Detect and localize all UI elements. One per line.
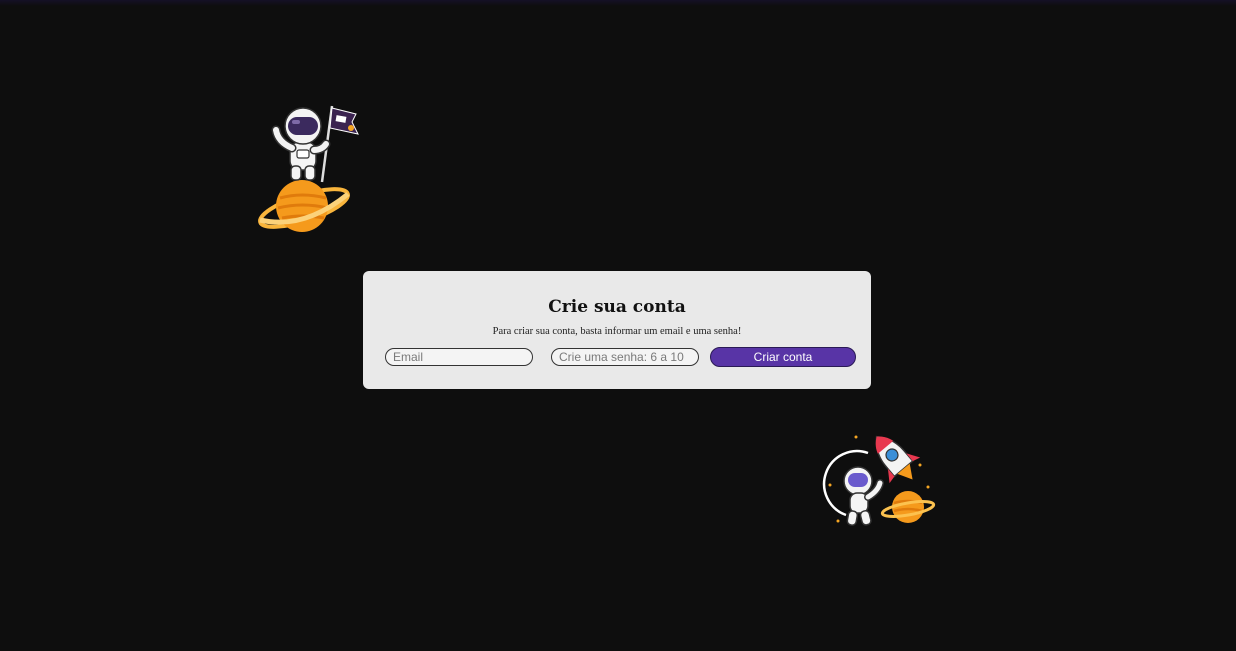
create-account-button[interactable]: Criar conta xyxy=(710,347,856,367)
astronaut-flag-planet-illustration xyxy=(258,105,359,232)
top-border-strip xyxy=(0,0,1236,6)
astronaut-rocket-planet-illustration xyxy=(822,435,936,526)
password-input[interactable] xyxy=(551,348,699,366)
email-input[interactable] xyxy=(385,348,533,366)
signup-title: Crie sua conta xyxy=(548,297,686,317)
signup-card: Crie sua conta Para criar sua conta, bas… xyxy=(363,271,871,389)
signup-subtitle: Para criar sua conta, basta informar um … xyxy=(492,326,742,337)
